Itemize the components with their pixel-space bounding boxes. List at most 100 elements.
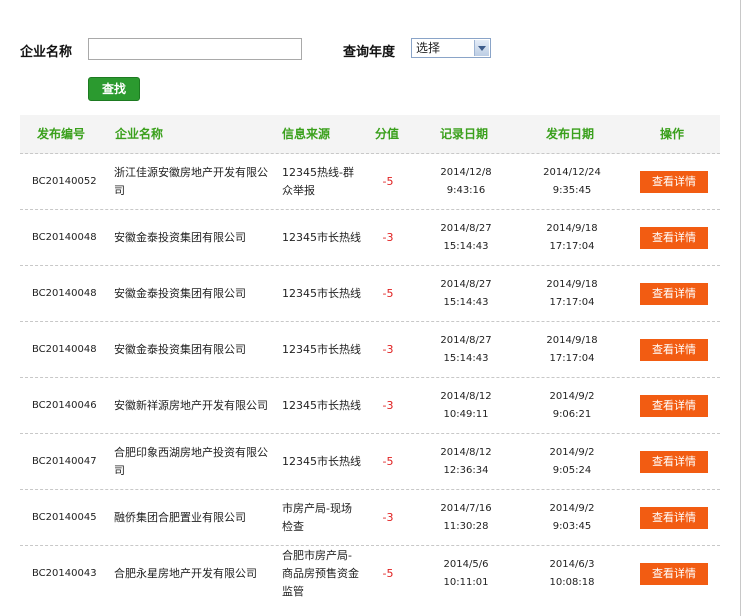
row-record-time: 10:49:11: [443, 408, 489, 420]
row-score: -5: [382, 566, 394, 580]
row-record-date: 2014/8/12: [440, 446, 492, 458]
company-name-label: 企业名称: [20, 45, 73, 60]
row-code: BC20140045: [32, 511, 97, 523]
row-publish-datetime: 2014/9/2 9:05:24: [534, 434, 610, 489]
row-source: 12345市长热线: [282, 342, 361, 356]
row-score: -3: [382, 510, 394, 524]
header-score: 分值: [375, 127, 400, 141]
row-publish-time: 9:06:21: [552, 408, 592, 420]
row-company-name: 浙江佳源安徽房地产开发有限公司: [114, 165, 268, 197]
row-company-name: 合肥永星房地产开发有限公司: [114, 566, 257, 580]
row-record-datetime: 2014/8/27 15:14:43: [430, 210, 502, 265]
view-details-button[interactable]: 查看详情: [640, 394, 708, 417]
table-row: BC20140048 安徽金泰投资集团有限公司 12345市长热线 -3 2014/8/…: [20, 322, 720, 378]
row-record-date: 2014/5/6: [443, 558, 489, 570]
row-record-date: 2014/8/27: [440, 334, 492, 346]
row-source: 合肥市房产局-商品房预售资金监管: [282, 548, 359, 598]
table-row: BC20140043 合肥永星房地产开发有限公司 合肥市房产局-商品房预售资金监管 -…: [20, 546, 720, 601]
table-body: BC20140052 浙江佳源安徽房地产开发有限公司 12345热线-群众举报 -5 2…: [20, 154, 720, 601]
header-source: 信息来源: [282, 127, 331, 141]
row-source: 12345热线-群众举报: [282, 165, 354, 197]
row-source: 12345市长热线: [282, 398, 361, 412]
year-select[interactable]: 选择: [411, 38, 491, 58]
view-details-button[interactable]: 查看详情: [640, 226, 708, 249]
find-button[interactable]: 查找: [88, 77, 140, 101]
row-operation: 查看详情: [640, 322, 708, 377]
row-record-time: 15:14:43: [443, 296, 489, 308]
row-record-time: 10:11:01: [443, 576, 489, 588]
view-details-button[interactable]: 查看详情: [640, 282, 708, 305]
year-select-value: 选择: [416, 41, 441, 55]
row-publish-datetime: 2014/12/24 9:35:45: [534, 154, 610, 209]
row-record-datetime: 2014/8/12 10:49:11: [430, 378, 502, 433]
view-details-button[interactable]: 查看详情: [640, 562, 708, 585]
row-company-name: 安徽金泰投资集团有限公司: [114, 230, 246, 244]
row-publish-date: 2014/9/2: [549, 502, 595, 514]
row-record-date: 2014/7/16: [440, 502, 492, 514]
row-operation: 查看详情: [640, 154, 708, 209]
view-details-button[interactable]: 查看详情: [640, 170, 708, 193]
row-source: 12345市长热线: [282, 230, 361, 244]
row-record-datetime: 2014/12/8 9:43:16: [430, 154, 502, 209]
row-code: BC20140046: [32, 399, 97, 411]
table-row: BC20140046 安徽新祥源房地产开发有限公司 12345市长热线 -3 2014/…: [20, 378, 720, 434]
row-operation: 查看详情: [640, 266, 708, 321]
table-row: BC20140048 安徽金泰投资集团有限公司 12345市长热线 -3 2014/8/…: [20, 210, 720, 266]
view-details-button[interactable]: 查看详情: [640, 450, 708, 473]
row-record-datetime: 2014/8/27 15:14:43: [430, 322, 502, 377]
row-publish-datetime: 2014/9/18 17:17:04: [534, 266, 610, 321]
row-score: -3: [382, 230, 394, 244]
row-code: BC20140052: [32, 175, 97, 187]
row-code: BC20140048: [32, 231, 97, 243]
row-company-name: 安徽金泰投资集团有限公司: [114, 342, 246, 356]
company-name-input[interactable]: [88, 38, 302, 60]
row-record-date: 2014/8/27: [440, 222, 492, 234]
row-source: 市房产局-现场检查: [282, 501, 352, 533]
row-code: BC20140048: [32, 287, 97, 299]
row-publish-time: 17:17:04: [549, 240, 595, 252]
row-record-time: 9:43:16: [446, 184, 486, 196]
row-record-datetime: 2014/5/6 10:11:01: [430, 546, 502, 601]
header-company-name: 企业名称: [115, 127, 164, 141]
row-record-time: 12:36:34: [443, 464, 489, 476]
row-company-name: 合肥印象西湖房地产投资有限公司: [114, 445, 268, 477]
view-details-button[interactable]: 查看详情: [640, 338, 708, 361]
row-code: BC20140048: [32, 343, 97, 355]
row-publish-date: 2014/9/2: [549, 390, 595, 402]
row-publish-datetime: 2014/9/18 17:17:04: [534, 322, 610, 377]
table-row: BC20140045 融侨集团合肥置业有限公司 市房产局-现场检查 -3 2014/7/…: [20, 490, 720, 546]
view-details-button[interactable]: 查看详情: [640, 506, 708, 529]
table-row: BC20140048 安徽金泰投资集团有限公司 12345市长热线 -5 2014/8/…: [20, 266, 720, 322]
row-code: BC20140047: [32, 455, 97, 467]
row-publish-time: 10:08:18: [549, 576, 595, 588]
row-score: -5: [382, 454, 394, 468]
row-score: -3: [382, 342, 394, 356]
chevron-down-icon[interactable]: [474, 40, 489, 56]
row-source: 12345市长热线: [282, 286, 361, 300]
row-company-name: 安徽金泰投资集团有限公司: [114, 286, 246, 300]
row-record-date: 2014/12/8: [440, 166, 492, 178]
row-publish-datetime: 2014/9/2 9:03:45: [534, 490, 610, 545]
row-record-time: 11:30:28: [443, 520, 489, 532]
row-source: 12345市长热线: [282, 454, 361, 468]
row-publish-time: 9:35:45: [552, 184, 592, 196]
row-record-time: 15:14:43: [443, 240, 489, 252]
row-publish-date: 2014/6/3: [549, 558, 595, 570]
row-operation: 查看详情: [640, 434, 708, 489]
query-year-label: 查询年度: [343, 45, 396, 60]
row-record-datetime: 2014/8/27 15:14:43: [430, 266, 502, 321]
row-record-datetime: 2014/8/12 12:36:34: [430, 434, 502, 489]
row-record-datetime: 2014/7/16 11:30:28: [430, 490, 502, 545]
row-publish-datetime: 2014/9/2 9:06:21: [534, 378, 610, 433]
row-score: -5: [382, 174, 394, 188]
row-score: -3: [382, 398, 394, 412]
row-record-time: 15:14:43: [443, 352, 489, 364]
table-row: BC20140052 浙江佳源安徽房地产开发有限公司 12345热线-群众举报 -5 2…: [20, 154, 720, 210]
row-operation: 查看详情: [640, 490, 708, 545]
header-record-date: 记录日期: [440, 127, 489, 141]
row-publish-date: 2014/9/18: [546, 334, 598, 346]
table-header: 发布编号 企业名称 信息来源 分值 记录日期 发布日期 操作: [20, 115, 720, 154]
table-row: BC20140047 合肥印象西湖房地产投资有限公司 12345市长热线 -5 2014…: [20, 434, 720, 490]
row-publish-time: 9:03:45: [552, 520, 592, 532]
row-operation: 查看详情: [640, 546, 708, 601]
